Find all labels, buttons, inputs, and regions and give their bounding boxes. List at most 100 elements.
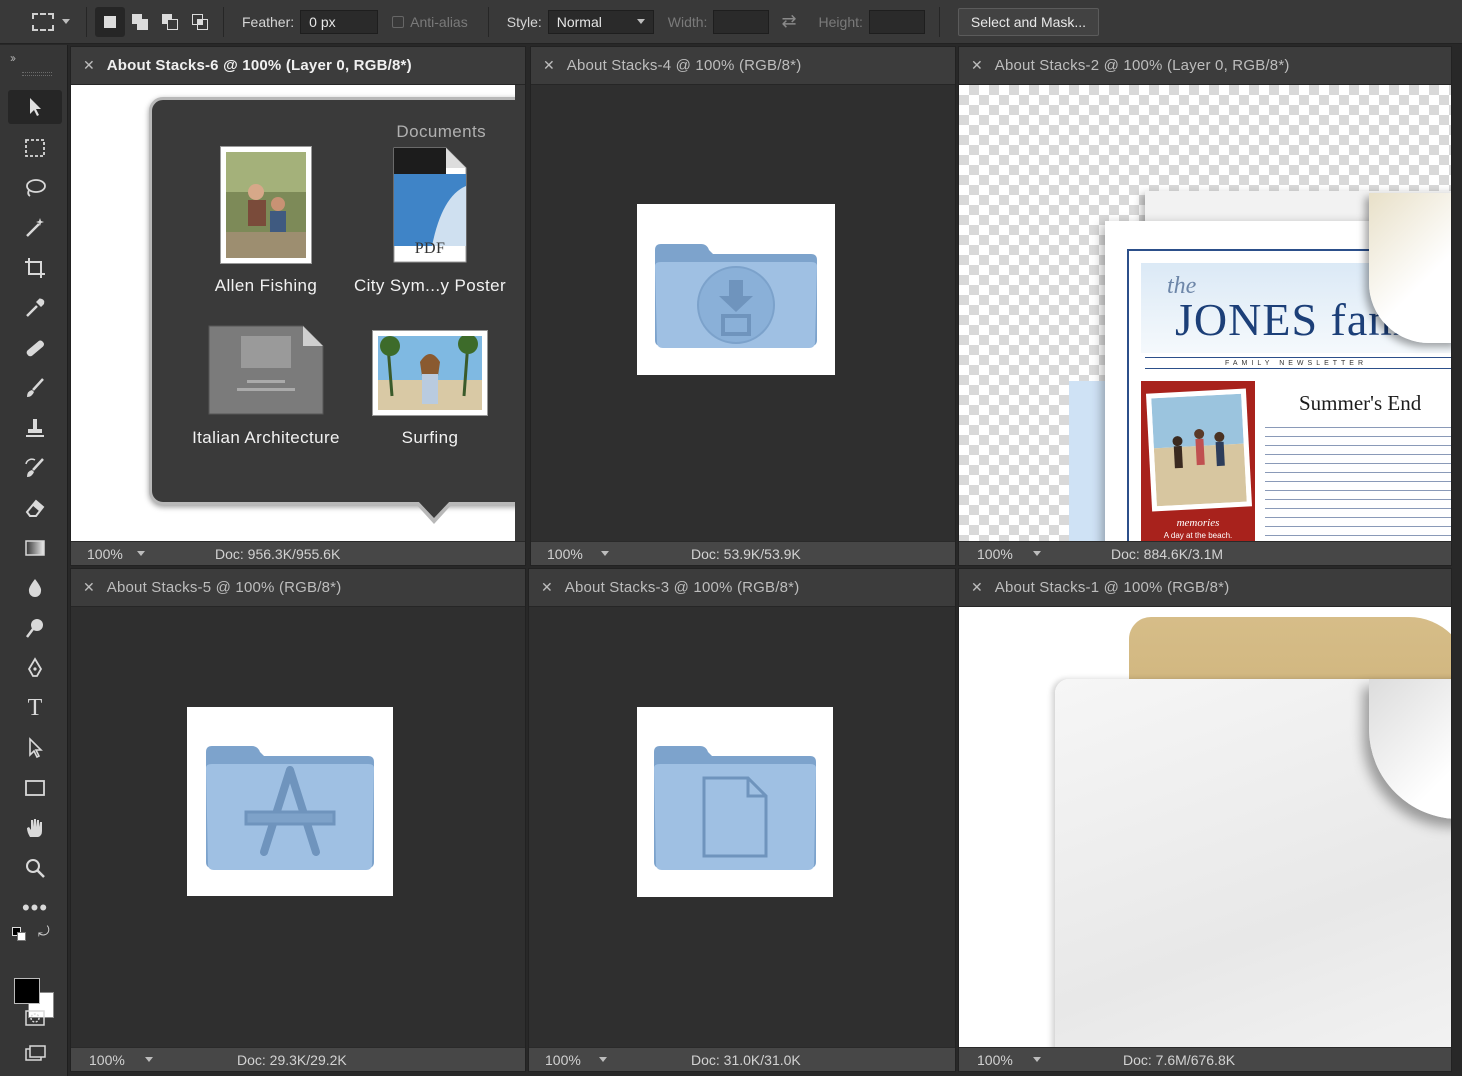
subtract-selection-icon	[162, 13, 178, 30]
stack-item-label: Allen Fishing	[214, 276, 318, 295]
collapse-panel-icon[interactable]: ››	[10, 51, 16, 65]
close-icon[interactable]: ✕	[971, 579, 983, 596]
tool-preset-picker[interactable]	[32, 12, 70, 31]
blur-tool[interactable]	[8, 571, 62, 605]
swap-colors-icon[interactable]: ⤾	[38, 923, 50, 940]
document-tab[interactable]: ✕ About Stacks-2 @ 100% (Layer 0, RGB/8*…	[959, 47, 1451, 85]
chevron-down-icon[interactable]	[137, 551, 145, 556]
path-selection-tool[interactable]	[8, 731, 62, 765]
close-icon[interactable]: ✕	[541, 579, 553, 596]
status-bar: 100% Doc: 31.0K/31.0K	[529, 1047, 955, 1071]
chevron-down-icon[interactable]	[145, 1057, 153, 1062]
new-selection-button[interactable]	[95, 6, 125, 37]
add-to-selection-button[interactable]	[125, 7, 155, 37]
eyedropper-tool[interactable]	[8, 291, 62, 325]
select-and-mask-button[interactable]: Select and Mask...	[957, 7, 1100, 36]
document-tab[interactable]: ✕ About Stacks-6 @ 100% (Layer 0, RGB/8*…	[71, 47, 525, 85]
history-brush-tool[interactable]	[8, 451, 62, 485]
chevron-down-icon	[62, 19, 70, 24]
eraser-tool[interactable]	[8, 491, 62, 525]
zoom-level[interactable]: 100%	[87, 546, 137, 562]
pen-tool[interactable]	[8, 651, 62, 685]
image-card	[637, 707, 833, 897]
close-icon[interactable]: ✕	[83, 57, 95, 74]
lasso-icon	[26, 179, 46, 197]
type-tool[interactable]: T	[8, 691, 62, 725]
dodge-tool[interactable]	[8, 611, 62, 645]
panel-grip[interactable]	[22, 72, 52, 76]
rectangular-marquee-tool[interactable]	[8, 131, 62, 165]
move-tool[interactable]	[8, 90, 62, 124]
quick-mask-button[interactable]	[8, 1001, 62, 1035]
page-curl	[1369, 193, 1451, 343]
doc-size[interactable]: Doc: 29.3K/29.2K	[237, 1052, 347, 1068]
lasso-tool[interactable]	[8, 171, 62, 205]
swap-arrows-icon[interactable]: ⇄	[781, 11, 796, 32]
hand-tool[interactable]	[8, 811, 62, 845]
document-tab[interactable]: ✕ About Stacks-3 @ 100% (RGB/8*)	[529, 569, 955, 607]
chevron-down-icon[interactable]	[1033, 551, 1041, 556]
surfing-photo-image	[378, 334, 482, 410]
anti-alias-checkbox[interactable]	[392, 15, 405, 28]
height-input[interactable]	[868, 9, 925, 34]
chevron-down-icon[interactable]	[599, 1057, 607, 1062]
zoom-level[interactable]: 100%	[89, 1052, 139, 1068]
intersect-selection-button[interactable]	[185, 7, 215, 37]
zoom-level[interactable]: 100%	[977, 1052, 1027, 1068]
chevron-down-icon[interactable]	[601, 551, 609, 556]
eraser-icon	[25, 499, 45, 517]
doc-size[interactable]: Doc: 7.6M/676.8K	[1123, 1052, 1235, 1068]
stack-item-label: Italian Architecture	[192, 428, 340, 447]
document-tab[interactable]: ✕ About Stacks-4 @ 100% (RGB/8*)	[531, 47, 955, 85]
document-canvas[interactable]: Documents Allen Fishing PDF City Sym...y…	[71, 85, 515, 541]
style-select[interactable]: Normal	[547, 9, 654, 34]
close-icon[interactable]: ✕	[543, 57, 555, 74]
zoom-level[interactable]: 100%	[545, 1052, 595, 1068]
bandage-icon	[26, 340, 45, 357]
document-canvas[interactable]	[529, 607, 955, 1047]
popup-pointer-inner	[417, 500, 451, 518]
applications-folder-icon	[206, 745, 374, 870]
document-canvas[interactable]: the JONES fam FAMILY NEWSLETTER memories…	[959, 85, 1451, 541]
screen-mode-button[interactable]	[8, 1037, 62, 1071]
gray-document-icon	[208, 325, 324, 415]
zoom-level[interactable]: 100%	[547, 546, 597, 562]
subtract-from-selection-button[interactable]	[155, 7, 185, 37]
magic-wand-tool[interactable]	[8, 211, 62, 245]
edit-toolbar-button[interactable]: •••	[8, 891, 62, 925]
document-tab[interactable]: ✕ About Stacks-1 @ 100% (RGB/8*)	[959, 569, 1451, 607]
close-icon[interactable]: ✕	[971, 57, 983, 74]
default-colors-icon[interactable]	[12, 927, 26, 941]
zoom-tool[interactable]	[8, 851, 62, 885]
doc-size[interactable]: Doc: 956.3K/955.6K	[215, 546, 340, 562]
document-window-stacks-2: ✕ About Stacks-2 @ 100% (Layer 0, RGB/8*…	[958, 46, 1452, 566]
article-body-text	[1265, 423, 1451, 541]
zoom-level[interactable]: 100%	[977, 546, 1027, 562]
healing-brush-tool[interactable]	[8, 331, 62, 365]
document-tab[interactable]: ✕ About Stacks-5 @ 100% (RGB/8*)	[71, 569, 525, 607]
feather-input[interactable]: 0 px	[300, 9, 379, 34]
gradient-tool[interactable]	[8, 531, 62, 565]
foreground-color-swatch[interactable]	[14, 978, 40, 1004]
width-input[interactable]	[713, 9, 770, 34]
brush-tool[interactable]	[8, 371, 62, 405]
crop-tool[interactable]	[8, 251, 62, 285]
tools-panel: ›› T ••• ⤾	[0, 45, 68, 1076]
chevron-down-icon[interactable]	[1033, 1057, 1041, 1062]
doc-size[interactable]: Doc: 31.0K/31.0K	[691, 1052, 801, 1068]
status-bar: 100% Doc: 7.6M/676.8K	[959, 1047, 1451, 1071]
document-title: About Stacks-1 @ 100% (RGB/8*)	[994, 579, 1230, 596]
rectangle-tool[interactable]	[8, 771, 62, 805]
eyedropper-icon	[26, 298, 45, 317]
close-icon[interactable]: ✕	[83, 579, 95, 596]
document-canvas[interactable]	[531, 85, 955, 541]
document-canvas[interactable]	[71, 607, 525, 1047]
document-canvas[interactable]	[959, 607, 1451, 1047]
more-icon: •••	[21, 895, 49, 920]
documents-folder-icon	[654, 746, 816, 870]
document-title: About Stacks-5 @ 100% (RGB/8*)	[106, 579, 342, 596]
doc-size[interactable]: Doc: 884.6K/3.1M	[1111, 546, 1223, 562]
doc-size[interactable]: Doc: 53.9K/53.9K	[691, 546, 801, 562]
clone-stamp-tool[interactable]	[8, 411, 62, 445]
document-title: About Stacks-4 @ 100% (RGB/8*)	[566, 57, 802, 74]
